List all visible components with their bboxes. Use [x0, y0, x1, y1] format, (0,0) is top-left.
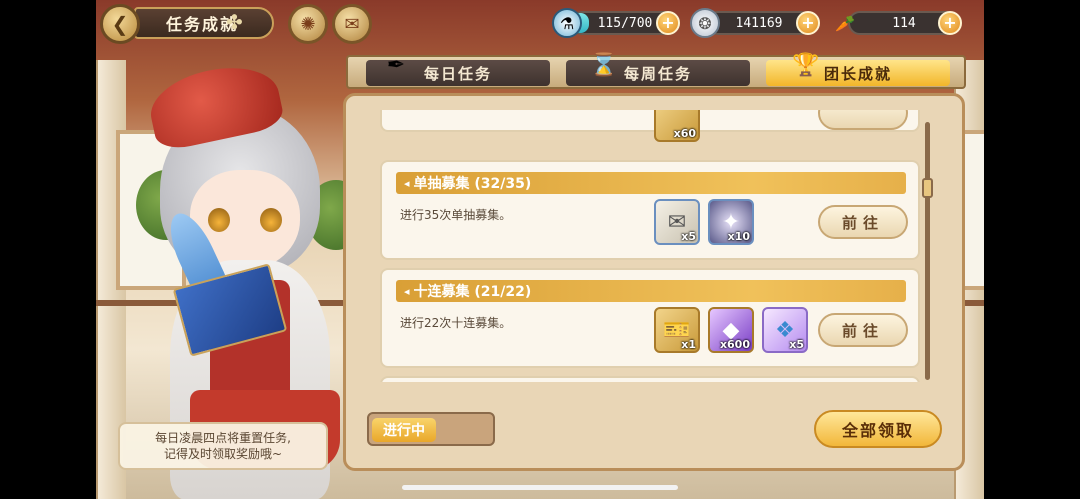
home-indicator[interactable] — [402, 485, 678, 490]
add-stamina-button[interactable]: + — [656, 11, 680, 35]
stamina-icon: ⚗ — [552, 8, 582, 38]
carrot-icon: 🥕 — [835, 13, 855, 33]
achievement-title-bar: ◂ 十连募集 (21/22) — [396, 280, 906, 302]
go-button[interactable]: 前往 — [818, 205, 908, 239]
stamina-value: 115/700 — [597, 15, 653, 31]
tab-label: 每周任务 — [623, 64, 692, 83]
tab-label: 每日任务 — [423, 64, 492, 83]
achievement-card: ◂ 单抽募集 (32/35) 进行35次单抽募集。 ✉ x5 ✦ x10 前往 — [380, 160, 920, 260]
go-button-label: 前往 — [841, 213, 884, 232]
achievement-card: ◂ 十连募集 (21/22) 进行22次十连募集。 🎫 x1 ◆ x600 ❖ … — [380, 268, 920, 368]
ticket-scroll-icon[interactable]: ✉ x5 — [654, 199, 700, 245]
add-carrot-button[interactable]: + — [938, 11, 962, 35]
achievement-description: 进行35次单抽募集。 — [400, 208, 512, 222]
achievement-title-bar: ◂ 单抽募集 (32/35) — [396, 172, 906, 194]
tip-line: 每日凌晨四点将重置任务, — [155, 431, 291, 445]
quill-book-icon: ✒ — [386, 52, 406, 78]
achievement-description: 进行22次十连募集。 — [400, 316, 512, 330]
reward-quantity: x1 — [681, 338, 696, 351]
add-gem-button[interactable]: + — [796, 11, 820, 35]
trophy-icon: 🏆 — [792, 52, 820, 78]
achievement-list[interactable]: x60 ◂ 单抽募集 (32/35) 进行35次单抽募集。 ✉ x5 ✦ x10… — [380, 110, 920, 382]
purple-crystal-icon[interactable]: ◆ x600 — [708, 307, 754, 353]
tip-bubble: 每日凌晨四点将重置任务, 记得及时领取奖励哦~ — [118, 422, 328, 470]
golden-ticket-icon[interactable]: 🎫 x1 — [654, 307, 700, 353]
back-button[interactable]: ❮ — [100, 4, 140, 44]
go-button[interactable] — [818, 110, 908, 130]
scrollbar-thumb[interactable] — [922, 178, 933, 198]
bullet-icon: ◂ — [404, 284, 410, 298]
achievement-card-partial — [380, 376, 920, 382]
go-button[interactable]: 前往 — [818, 313, 908, 347]
reward-quantity: x600 — [719, 338, 750, 351]
gem-icon: ❂ — [690, 8, 720, 38]
rainbow-crystal-icon[interactable]: ❖ x5 — [762, 307, 808, 353]
reward-quantity: x5 — [681, 230, 696, 243]
compass-menu-icon[interactable]: ✺ — [288, 4, 328, 44]
bullet-icon: ◂ — [404, 176, 410, 190]
status-label-text: 进行中 — [383, 423, 425, 439]
scrollbar-track[interactable] — [925, 122, 930, 380]
clover-icon: ✤ — [226, 10, 243, 34]
reward-quantity: x60 — [673, 127, 696, 140]
back-arrow-icon: ❮ — [111, 12, 129, 36]
achievement-title: 单抽募集 (32/35) — [413, 176, 532, 192]
reward-quantity: x5 — [789, 338, 804, 351]
tab-label: 团长成就 — [823, 64, 892, 83]
reward-quantity: x10 — [727, 230, 750, 243]
tab-bar: 每日任务 每周任务 团长成就 ✒ ⌛ 🏆 — [346, 53, 966, 89]
top-bar: 任务成就 ✤ ❮ ✺ ✉ 115/700 ⚗ + 141169 ❂ + 114 … — [96, 0, 984, 48]
reward-item-icon: x60 — [654, 110, 700, 142]
gem-value: 141169 — [735, 15, 783, 31]
claim-all-label: 全部领取 — [841, 421, 914, 440]
status-label[interactable]: 进行中 — [372, 418, 436, 442]
claim-all-button[interactable]: 全部领取 — [814, 410, 942, 448]
page-title-plate: 任务成就 — [134, 7, 274, 39]
character-eye — [260, 208, 282, 232]
crystal-orb-icon[interactable]: ✦ x10 — [708, 199, 754, 245]
go-button-label: 前往 — [841, 321, 884, 340]
carrot-value: 114 — [892, 15, 916, 31]
achievement-title: 十连募集 (21/22) — [413, 284, 532, 300]
achievement-card-partial: x60 — [380, 110, 920, 142]
hourglass-icon: ⌛ — [590, 52, 618, 78]
book-menu-icon[interactable]: ✉ — [332, 4, 372, 44]
tip-line: 记得及时领取奖励哦~ — [163, 447, 283, 461]
character-eye — [208, 208, 230, 232]
